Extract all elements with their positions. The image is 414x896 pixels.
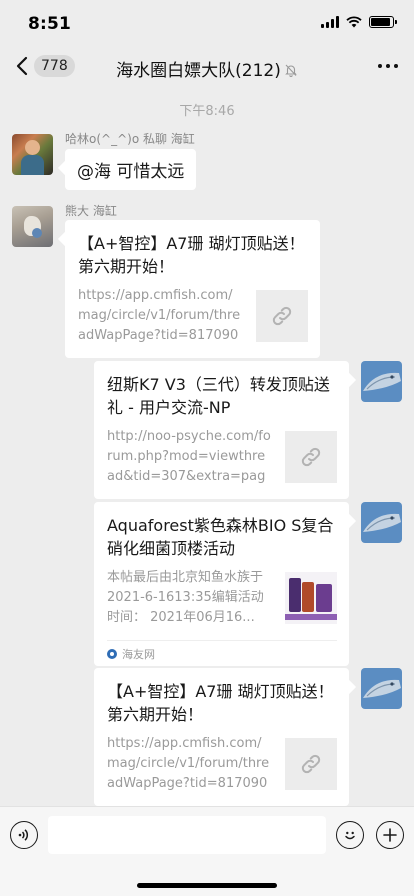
link-card-description: 本帖最后由北京知鱼水族于2021-6-1613:35编辑活动时间： 2021年0…: [107, 570, 264, 625]
status-time: 8:51: [28, 14, 72, 34]
link-icon: [285, 738, 337, 790]
emoji-icon[interactable]: [336, 821, 364, 849]
text-message-bubble[interactable]: @海 可惜太远: [65, 149, 197, 190]
avatar[interactable]: [12, 206, 53, 247]
plus-icon[interactable]: [376, 821, 404, 849]
avatar[interactable]: [361, 502, 402, 543]
link-card[interactable]: 纽斯K7 V3（三代）转发顶贴送礼 - 用户交流-NP http://noo-p…: [94, 361, 349, 499]
sender-name: 哈林o(^_^)o 私聊 海缸: [65, 132, 195, 146]
link-card[interactable]: 【A+智控】A7珊 瑚灯顶贴送！第六期开始！ https://app.cmfis…: [65, 220, 320, 358]
link-card[interactable]: Aquaforest紫色森林BIO S复合硝化细菌顶楼活动 本帖最后由北京知鱼水…: [94, 502, 349, 666]
link-card[interactable]: 【A+智控】A7珊 瑚灯顶贴送！第六期开始！ https://app.cmfis…: [94, 668, 349, 806]
home-indicator: [137, 883, 277, 888]
more-dots-icon[interactable]: [378, 64, 398, 68]
chat-area[interactable]: 下午8:46 哈林o(^_^)o 私聊 海缸 @海 可惜太远 熊大 海缸 【A+…: [0, 88, 414, 806]
chevron-left-icon[interactable]: [12, 53, 34, 79]
link-card-title: 纽斯K7 V3（三代）转发顶贴送礼 - 用户交流-NP: [107, 375, 330, 417]
link-card-description: https://app.cmfish.com/mag/circle/v1/for…: [78, 288, 241, 343]
link-card-title: 【A+智控】A7珊 瑚灯顶贴送！第六期开始！: [107, 682, 334, 724]
nav-bar: 778 海水圈白嫖大队(212): [0, 44, 414, 88]
link-card-title: 【A+智控】A7珊 瑚灯顶贴送！第六期开始！: [78, 234, 305, 276]
product-thumbnail: [285, 572, 337, 624]
sender-name: 熊大 海缸: [65, 204, 117, 218]
source-icon: [107, 648, 117, 659]
link-card-title: Aquaforest紫色森林BIO S复合硝化细菌顶楼活动: [107, 516, 334, 558]
chat-title-text: 海水圈白嫖大队(212): [116, 61, 281, 81]
unread-count-badge[interactable]: 778: [34, 55, 75, 77]
input-bar: [0, 806, 414, 896]
avatar[interactable]: [12, 134, 53, 175]
message-timestamp: 下午8:46: [179, 104, 235, 119]
battery-level: [371, 18, 391, 26]
status-icons: [321, 16, 397, 28]
link-card-source: 海友网: [107, 640, 337, 666]
message-text: @海 可惜太远: [77, 162, 185, 182]
source-name: 海友网: [122, 647, 155, 661]
message-input[interactable]: [48, 816, 326, 854]
chat-title: 海水圈白嫖大队(212): [100, 56, 314, 81]
voice-icon[interactable]: [10, 821, 38, 849]
avatar[interactable]: [361, 361, 402, 402]
link-card-description: http://noo-psyche.com/forum.php?mod=view…: [107, 429, 271, 484]
signal-icon: [321, 16, 339, 28]
link-card-description: https://app.cmfish.com/mag/circle/v1/for…: [107, 736, 270, 791]
wifi-icon: [346, 16, 362, 28]
link-icon: [285, 431, 337, 483]
status-bar: 8:51: [0, 0, 414, 44]
avatar[interactable]: [361, 668, 402, 709]
battery-icon: [369, 16, 397, 28]
bell-off-icon: [285, 64, 297, 77]
link-icon: [256, 290, 308, 342]
